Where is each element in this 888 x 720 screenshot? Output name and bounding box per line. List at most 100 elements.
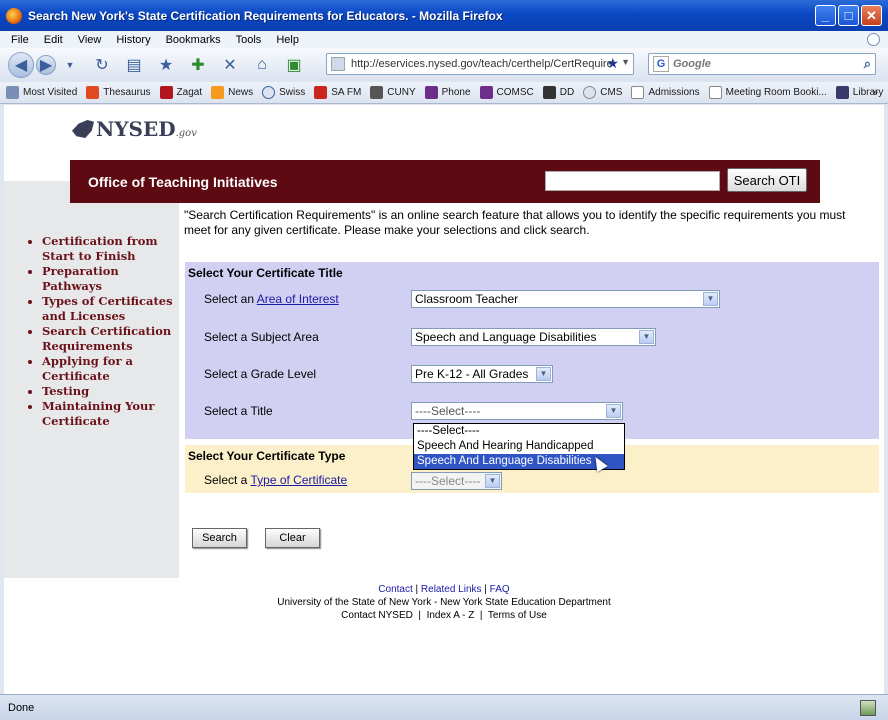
bookmark-comsc[interactable]: COMSC [479, 86, 534, 99]
sidebar-item-types[interactable]: Types of Certificates and Licenses [28, 294, 182, 324]
search-engine-box[interactable]: G Google ⌕ [648, 53, 876, 75]
section-title: Select Your Certificate Title [188, 266, 343, 280]
menu-edit[interactable]: Edit [44, 34, 63, 46]
subject-select[interactable]: Speech and Language Disabilities ▼ [411, 328, 656, 346]
bookmark-cms[interactable]: CMS [583, 86, 622, 99]
bookmark-swiss[interactable]: Swiss [262, 86, 305, 99]
search-icon[interactable]: ⌕ [864, 56, 871, 72]
stop-icon[interactable]: ✕ [218, 53, 242, 77]
related-links-link[interactable]: Related Links [421, 584, 482, 595]
bookmark-meeting-room[interactable]: Meeting Room Booki... [708, 86, 827, 99]
type-select[interactable]: ----Select---- ▼ [411, 472, 502, 490]
chevron-down-icon: ▼ [703, 292, 718, 306]
area-select[interactable]: Classroom Teacher ▼ [411, 290, 720, 308]
bullet-icon [28, 270, 32, 274]
faq-link[interactable]: FAQ [490, 584, 510, 595]
forward-icon[interactable]: ▶ [36, 55, 56, 75]
bookmark-most-visited[interactable]: Most Visited [6, 86, 77, 99]
bookmark-dd[interactable]: DD [542, 86, 574, 99]
sa-fm-icon [314, 86, 328, 99]
page-footer: Contact | Related Links | FAQ University… [234, 583, 654, 622]
search-button[interactable]: Search [192, 528, 247, 548]
new-tab-icon[interactable]: ✚ [186, 53, 210, 77]
footer-links: Contact | Related Links | FAQ [378, 584, 510, 595]
title-select[interactable]: ----Select---- ▼ [411, 402, 623, 420]
bullet-icon [28, 360, 32, 364]
dropdown-option[interactable]: Speech And Hearing Handicapped [414, 439, 624, 454]
more-bookmarks-icon[interactable]: » [872, 87, 878, 98]
chevron-down-icon: ▼ [639, 330, 654, 344]
bookmark-sa-fm[interactable]: SA FM [314, 86, 361, 99]
chevron-down-icon: ▼ [606, 404, 621, 418]
search-engine-label: Google [673, 58, 711, 70]
sidebar-item-search[interactable]: Search Certification Requirements [28, 324, 182, 354]
google-icon[interactable]: G [653, 56, 669, 72]
site-favicon-icon [331, 57, 345, 71]
bookmark-thesaurus[interactable]: Thesaurus [86, 86, 151, 99]
grade-label: Select a Grade Level [204, 367, 317, 381]
rss-icon [211, 86, 225, 99]
section-title: Select Your Certificate Type [188, 449, 346, 463]
menu-file[interactable]: File [11, 34, 29, 46]
footer-org: University of the State of New York - Ne… [277, 597, 611, 608]
bookmark-page-icon[interactable]: ★ [154, 53, 178, 77]
sidebar: Certification from Start to Finish Prepa… [4, 181, 179, 578]
bookmark-cuny[interactable]: CUNY [370, 86, 416, 99]
maximize-button[interactable]: □ [838, 5, 859, 26]
bookmark-admissions[interactable]: Admissions [631, 86, 700, 99]
status-tray-icon[interactable] [860, 700, 876, 716]
url-text: http://eservices.nysed.gov/teach/certhel… [351, 58, 613, 70]
certificate-title-panel: Select Your Certificate Title Select an … [185, 262, 879, 439]
comsc-icon [479, 86, 493, 99]
clear-button[interactable]: Clear [265, 528, 320, 548]
menu-help[interactable]: Help [276, 34, 299, 46]
menu-tools[interactable]: Tools [236, 34, 262, 46]
bookmark-news[interactable]: News [211, 86, 253, 99]
grade-select[interactable]: Pre K-12 - All Grades ▼ [411, 365, 553, 383]
sidebar-item-testing[interactable]: Testing [28, 384, 182, 399]
type-of-certificate-link[interactable]: Type of Certificate [250, 473, 347, 487]
home-icon[interactable]: ⌂ [250, 53, 274, 77]
add-icon[interactable]: ▣ [282, 53, 306, 77]
oti-search-input[interactable] [545, 171, 720, 191]
office-title: Office of Teaching Initiatives [88, 173, 278, 190]
page-icon [631, 86, 645, 99]
menu-history[interactable]: History [116, 34, 150, 46]
dropdown-option[interactable]: ----Select---- [414, 424, 624, 439]
back-icon[interactable]: ◀ [8, 52, 34, 78]
sidebar-item-certification[interactable]: Certification from Start to Finish [28, 234, 182, 264]
bookmark-zagat[interactable]: Zagat [159, 86, 202, 99]
page-icon [708, 86, 722, 99]
search-oti-button[interactable]: Search OTI [727, 168, 807, 192]
chevron-down-icon: ▼ [536, 367, 551, 381]
bookmark-phone[interactable]: Phone [424, 86, 471, 99]
chevron-down-icon: ▼ [485, 474, 500, 488]
sidebar-item-applying[interactable]: Applying for a Certificate [28, 354, 182, 384]
type-label: Select a Type of Certificate [204, 473, 348, 487]
menu-bookmarks[interactable]: Bookmarks [166, 34, 221, 46]
firefox-icon [6, 7, 22, 24]
bookmark-star-icon[interactable]: ★ [606, 55, 619, 72]
title-label: Select a Title [204, 404, 273, 418]
close-button[interactable]: ✕ [861, 5, 882, 26]
contact-link[interactable]: Contact [378, 584, 412, 595]
area-of-interest-link[interactable]: Area of Interest [257, 292, 339, 306]
url-bar[interactable]: http://eservices.nysed.gov/teach/certhel… [326, 53, 634, 75]
sidebar-item-maintaining[interactable]: Maintaining Your Certificate [28, 399, 182, 429]
zagat-icon [159, 86, 173, 99]
nysed-logo[interactable]: NYSED .gov [72, 117, 197, 141]
throbber-icon [867, 33, 880, 46]
bullet-icon [28, 300, 32, 304]
subject-label: Select a Subject Area [204, 330, 319, 344]
history-dropdown-icon[interactable]: ▼ [58, 53, 82, 77]
sidebar-item-preparation[interactable]: Preparation Pathways [28, 264, 182, 294]
print-icon[interactable]: ▤ [122, 53, 146, 77]
reload-icon[interactable]: ↻ [90, 53, 114, 77]
navigation-toolbar: ◀ ▶ ▼ ↻ ▤ ★ ✚ ✕ ⌂ ▣ http://eservices.nys… [0, 48, 888, 82]
intro-text: "Search Certification Requirements" is a… [184, 208, 846, 237]
menu-view[interactable]: View [78, 34, 102, 46]
url-dropdown-icon[interactable]: ▼ [621, 57, 630, 67]
bullet-icon [28, 330, 32, 334]
cuny-icon [370, 86, 384, 99]
minimize-button[interactable]: _ [815, 5, 836, 26]
